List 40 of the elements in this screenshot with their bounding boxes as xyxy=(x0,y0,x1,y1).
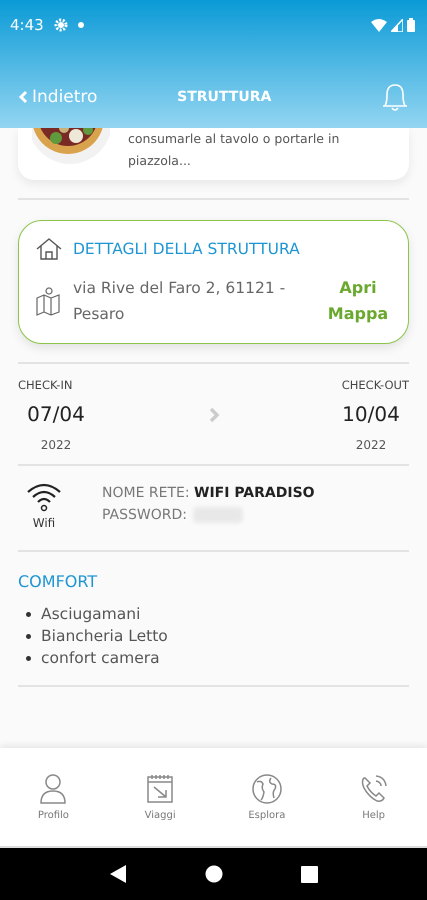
chevron-left-icon xyxy=(18,90,28,104)
globe-icon xyxy=(250,772,283,804)
screen-title: STRUTTURA xyxy=(176,89,272,105)
cell-signal-icon xyxy=(391,18,403,32)
nav-tab[interactable]: Help xyxy=(320,772,427,846)
comfort-item: confort camera xyxy=(41,649,160,667)
password-label: PASSWORD: xyxy=(102,506,187,525)
checkin-year: 2022 xyxy=(40,438,72,452)
home-nav-icon[interactable] xyxy=(205,865,223,883)
comfort-item: Asciugamani xyxy=(41,605,140,623)
checkin-label: CHECK-IN xyxy=(18,378,72,392)
checkout-date: 10/04 xyxy=(341,402,401,426)
wifi-signal-icon xyxy=(371,18,387,32)
bullet-icon xyxy=(26,656,31,660)
clock: 4:43 xyxy=(10,16,44,34)
network-name-text: NOME RETE: WIFI PARADISO xyxy=(102,484,315,503)
open-map-link[interactable]: Apri Mappa xyxy=(322,275,394,327)
back-nav-icon[interactable] xyxy=(109,864,127,884)
section-title: DETTAGLI DELLA STRUTTURA xyxy=(73,240,300,258)
wifi-label: Wifi xyxy=(32,516,56,530)
checkout-label: CHECK-OUT xyxy=(342,378,409,392)
chevron-right-icon xyxy=(208,406,220,424)
teaser-description: consumarle al tavolo o portarle in piazzola... xyxy=(128,130,340,170)
comfort-item: Biancheria Letto xyxy=(41,627,168,645)
checkin-date: 07/04 xyxy=(26,402,86,426)
section-title: COMFORT xyxy=(18,572,98,591)
teaser-card[interactable]: consumarle al tavolo o portarle in piazzola... xyxy=(18,128,409,180)
recents-nav-icon[interactable] xyxy=(301,866,318,882)
house-icon xyxy=(35,237,63,261)
wifi-icon xyxy=(26,482,62,512)
notification-dot-icon xyxy=(78,22,84,28)
bullet-icon xyxy=(26,634,31,638)
battery-icon xyxy=(407,18,415,32)
bullet-icon xyxy=(26,612,31,616)
nav-tab[interactable]: Viaggi xyxy=(106,772,214,846)
gear-icon xyxy=(54,18,68,32)
address-text: via Rive del Faro 2, 61121 - Pesaro xyxy=(73,278,286,325)
nav-tab[interactable]: Profilo xyxy=(0,772,107,846)
nav-tab[interactable]: Esplora xyxy=(214,772,320,846)
checkout-year: 2022 xyxy=(354,438,388,452)
